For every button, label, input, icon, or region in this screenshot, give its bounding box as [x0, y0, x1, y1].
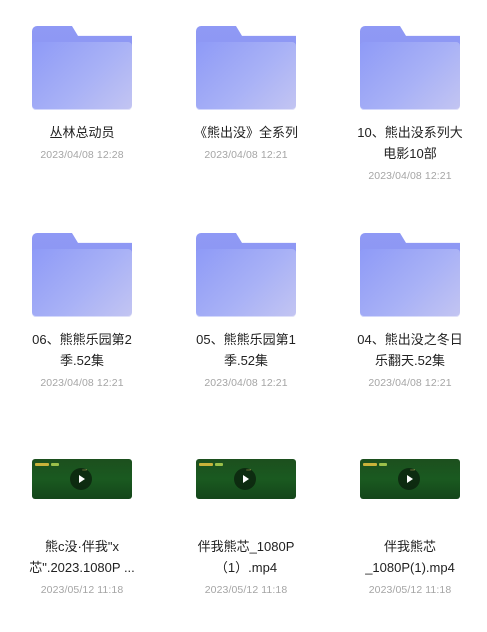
file-name: 丛林总动员 — [49, 125, 115, 140]
play-icon — [398, 468, 420, 490]
folder-item[interactable]: 05、熊熊乐园第1 季.52集 2023/04/08 12:21 — [164, 225, 328, 425]
folder-icon — [32, 233, 132, 317]
folder-icon — [360, 26, 460, 110]
play-icon — [234, 468, 256, 490]
video-thumbnail — [360, 434, 460, 518]
file-grid: 丛林总动员 2023/04/08 12:28 《熊出没》全系列 2023/04/… — [0, 0, 487, 617]
folder-item[interactable]: 丛林总动员 2023/04/08 12:28 — [0, 18, 164, 218]
file-date: 2023/05/12 11:18 — [204, 584, 288, 596]
file-date: 2023/04/08 12:21 — [40, 377, 124, 389]
file-name: 伴我熊芯 _1080P(1).mp4 — [365, 539, 455, 575]
folder-item[interactable]: 10、熊出没系列大 电影10部 2023/04/08 12:21 — [328, 18, 487, 218]
file-name: 05、熊熊乐园第1 季.52集 — [196, 332, 296, 368]
file-date: 2023/04/08 12:21 — [204, 377, 288, 389]
video-item[interactable]: 伴我熊芯 _1080P(1).mp4 2023/05/12 11:18 — [328, 432, 487, 632]
file-name: 04、熊出没之冬日 乐翻天.52集 — [357, 332, 463, 368]
file-date: 2023/04/08 12:28 — [40, 149, 124, 161]
file-date: 2023/05/12 11:18 — [368, 584, 452, 596]
file-date: 2023/04/08 12:21 — [204, 149, 288, 161]
folder-icon — [32, 26, 132, 110]
file-name: 《熊出没》全系列 — [193, 125, 298, 140]
folder-item[interactable]: 04、熊出没之冬日 乐翻天.52集 2023/04/08 12:21 — [328, 225, 487, 425]
file-date: 2023/04/08 12:21 — [368, 377, 452, 389]
file-date: 2023/04/08 12:21 — [368, 170, 452, 182]
play-icon — [70, 468, 92, 490]
video-thumbnail — [196, 434, 296, 518]
folder-icon — [360, 233, 460, 317]
file-name: 06、熊熊乐园第2 季.52集 — [32, 332, 132, 368]
file-name: 10、熊出没系列大 电影10部 — [357, 125, 463, 161]
video-item[interactable]: 熊c没·伴我"x 芯".2023.1080P ... 2023/05/12 11:… — [0, 432, 164, 632]
folder-item[interactable]: 《熊出没》全系列 2023/04/08 12:21 — [164, 18, 328, 218]
folder-item[interactable]: 06、熊熊乐园第2 季.52集 2023/04/08 12:21 — [0, 225, 164, 425]
file-name: 伴我熊芯_1080P （1）.mp4 — [197, 539, 295, 575]
file-date: 2023/05/12 11:18 — [40, 584, 124, 596]
folder-icon — [196, 233, 296, 317]
file-name: 熊c没·伴我"x 芯".2023.1080P ... — [29, 539, 135, 575]
video-item[interactable]: 伴我熊芯_1080P （1）.mp4 2023/05/12 11:18 — [164, 432, 328, 632]
folder-icon — [196, 26, 296, 110]
video-thumbnail — [32, 434, 132, 518]
